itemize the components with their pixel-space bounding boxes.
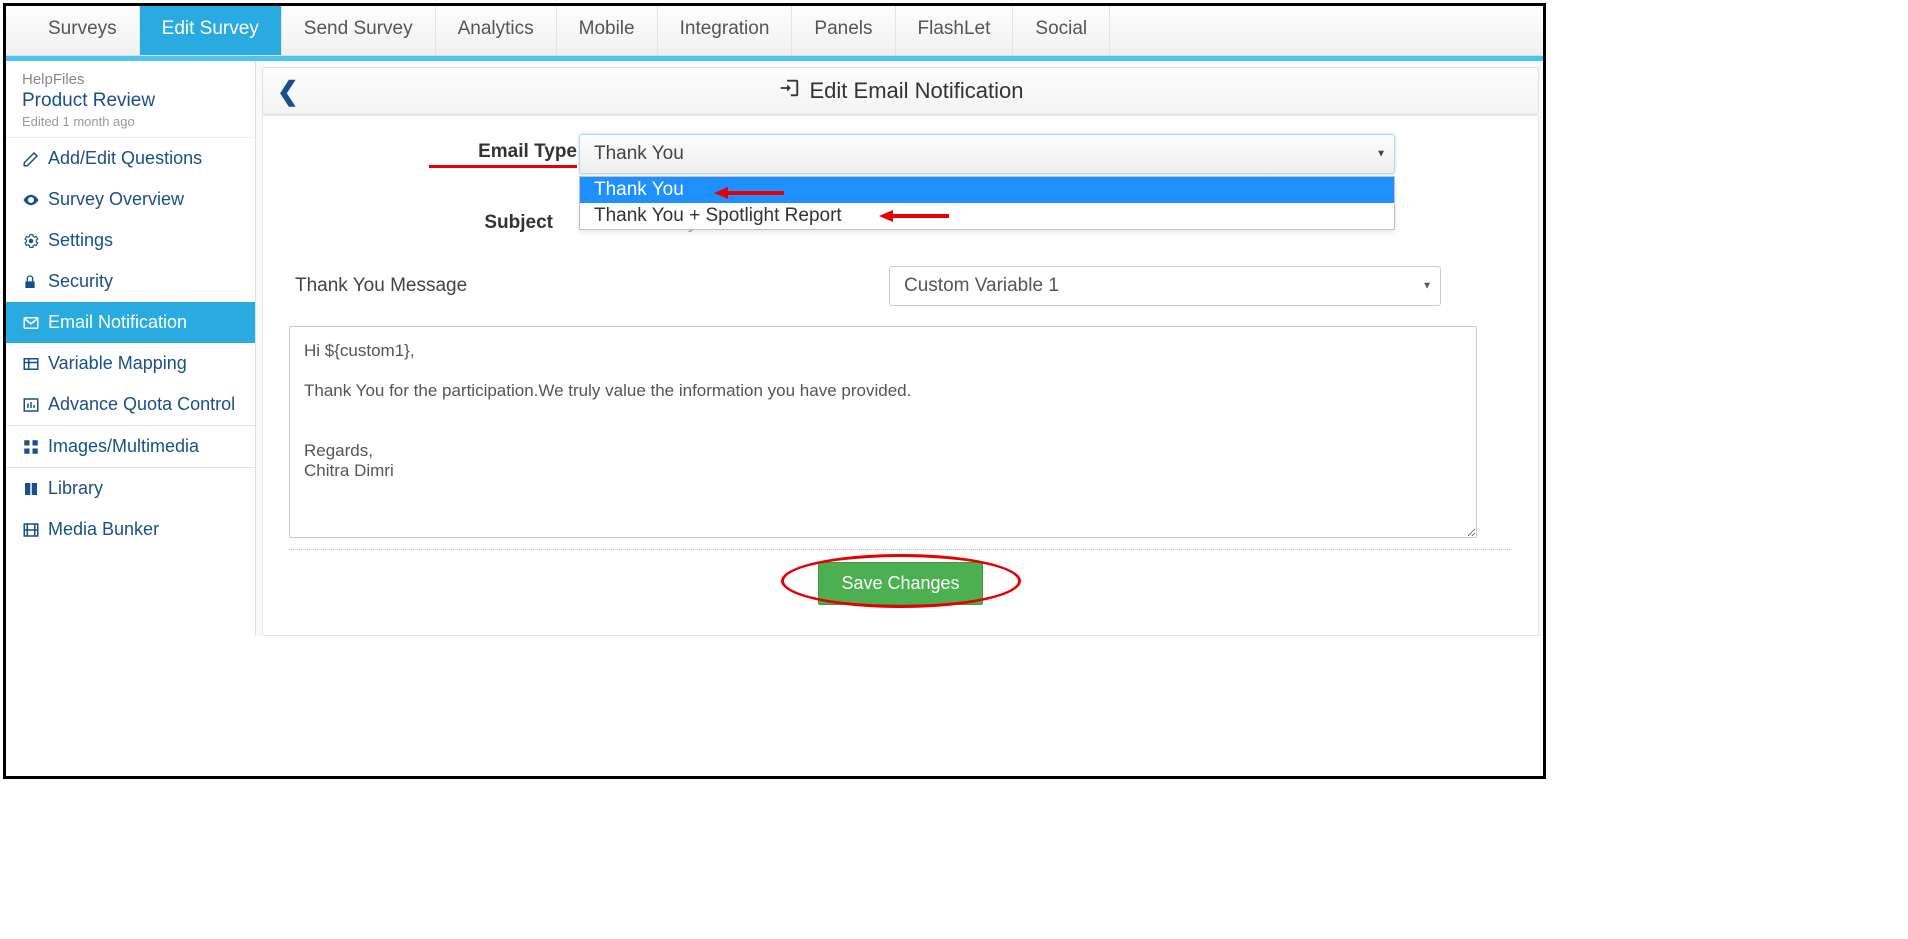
- sidebar-item-survey-overview[interactable]: Survey Overview: [6, 179, 255, 220]
- lock-icon: [22, 274, 48, 290]
- dropdown-option-thank-you[interactable]: Thank You: [580, 177, 1394, 203]
- sidebar-item-label: Advance Quota Control: [48, 394, 235, 415]
- page-title: Edit Email Notification: [810, 78, 1024, 104]
- film-icon: [22, 521, 48, 539]
- sidebar: HelpFiles Product Review Edited 1 month …: [6, 61, 256, 636]
- edit-icon: [22, 150, 48, 168]
- sidebar-item-media-bunker[interactable]: Media Bunker: [6, 509, 255, 550]
- form-panel: Email Type Thank You ▼ Thank You Thank Y…: [262, 115, 1539, 636]
- sidebar-header: HelpFiles Product Review Edited 1 month …: [6, 61, 255, 138]
- tab-mobile[interactable]: Mobile: [557, 6, 658, 55]
- eye-icon: [22, 191, 48, 209]
- sidebar-item-label: Email Notification: [48, 312, 187, 333]
- grid-icon: [22, 438, 48, 456]
- chevron-down-icon: ▼: [1376, 149, 1386, 160]
- sidebar-item-settings[interactable]: Settings: [6, 220, 255, 261]
- sidebar-item-email-notification[interactable]: Email Notification: [6, 302, 255, 343]
- tab-flashlet[interactable]: FlashLet: [896, 6, 1014, 55]
- book-icon: [22, 480, 48, 498]
- custom-variable-select[interactable]: Custom Variable 1 ▼: [889, 266, 1441, 306]
- dropdown-option-thank-you-spotlight[interactable]: Thank You + Spotlight Report: [580, 203, 1394, 229]
- tab-surveys[interactable]: Surveys: [26, 6, 140, 55]
- email-type-select[interactable]: Thank You ▼: [579, 134, 1395, 174]
- sidebar-item-add-edit-questions[interactable]: Add/Edit Questions: [6, 138, 255, 179]
- message-label: Thank You Message: [289, 275, 889, 297]
- option-label: Thank You + Spotlight Report: [594, 205, 842, 226]
- annotation-arrow-2: [879, 207, 949, 225]
- main-header: ❮ Edit Email Notification: [262, 67, 1539, 115]
- sidebar-item-library[interactable]: Library: [6, 468, 255, 509]
- tab-social[interactable]: Social: [1013, 6, 1110, 55]
- sidebar-item-label: Library: [48, 478, 103, 499]
- divider: [289, 549, 1512, 550]
- sidebar-item-label: Images/Multimedia: [48, 436, 199, 457]
- sidebar-item-images-multimedia[interactable]: Images/Multimedia: [6, 426, 255, 467]
- survey-title[interactable]: Product Review: [22, 90, 239, 112]
- helpfiles-label: HelpFiles: [22, 71, 239, 88]
- option-label: Thank You: [594, 179, 684, 200]
- tab-edit-survey[interactable]: Edit Survey: [140, 6, 282, 55]
- message-body-textarea[interactable]: [289, 326, 1477, 538]
- mail-icon: [22, 314, 48, 332]
- variable-select-value: Custom Variable 1: [904, 275, 1059, 296]
- gears-icon: [22, 232, 48, 250]
- tab-integration[interactable]: Integration: [658, 6, 793, 55]
- tab-panels[interactable]: Panels: [792, 6, 895, 55]
- tab-send-survey[interactable]: Send Survey: [282, 6, 436, 55]
- back-button[interactable]: ❮: [263, 76, 313, 107]
- chevron-down-icon: ▼: [1422, 281, 1432, 292]
- email-type-label: Email Type: [429, 141, 577, 168]
- sidebar-item-label: Media Bunker: [48, 519, 159, 540]
- annotation-arrow-1: [714, 184, 784, 202]
- email-type-value: Thank You: [594, 143, 684, 164]
- email-type-dropdown: Thank You Thank You + Spotlight Report: [579, 176, 1395, 230]
- sidebar-item-label: Security: [48, 271, 113, 292]
- edited-timestamp: Edited 1 month ago: [22, 114, 239, 129]
- subject-label: Subject: [289, 212, 579, 234]
- save-changes-button[interactable]: Save Changes: [818, 562, 982, 605]
- chart-icon: [22, 396, 48, 414]
- sidebar-item-variable-mapping[interactable]: Variable Mapping: [6, 343, 255, 384]
- tab-analytics[interactable]: Analytics: [436, 6, 557, 55]
- top-nav: Surveys Edit Survey Send Survey Analytic…: [6, 6, 1543, 56]
- main-content: ❮ Edit Email Notification Email Type Tha…: [256, 61, 1543, 636]
- sidebar-item-advance-quota[interactable]: Advance Quota Control: [6, 384, 255, 425]
- sidebar-item-label: Add/Edit Questions: [48, 148, 202, 169]
- sidebar-item-label: Settings: [48, 230, 113, 251]
- sidebar-item-security[interactable]: Security: [6, 261, 255, 302]
- sidebar-item-label: Survey Overview: [48, 189, 184, 210]
- table-icon: [22, 355, 48, 373]
- logout-icon: [778, 77, 800, 105]
- sidebar-item-label: Variable Mapping: [48, 353, 187, 374]
